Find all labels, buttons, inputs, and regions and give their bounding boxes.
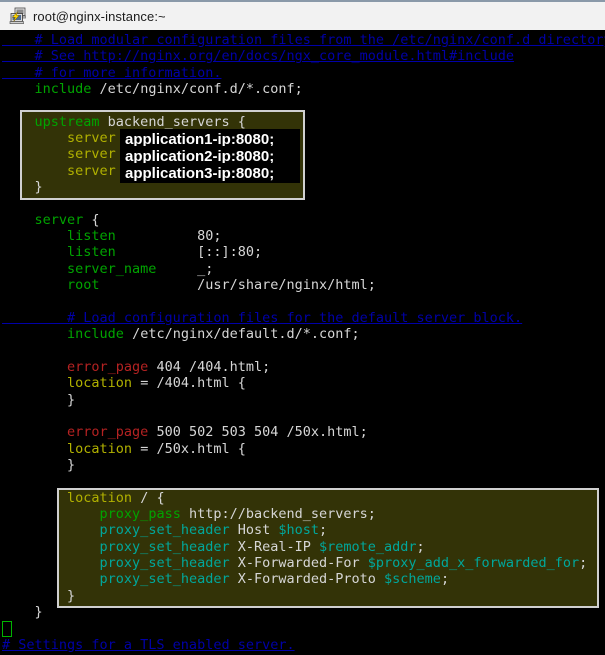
code-line: server: [67, 130, 116, 147]
code-line: error_page 500 502 503 504 /50x.html;: [67, 424, 368, 441]
annotation-text: application3-ip:8080;: [125, 164, 275, 182]
code-line: listen 80;: [67, 228, 222, 245]
code-line: }: [2, 604, 43, 621]
terminal-cursor: [2, 621, 12, 637]
annotation-text: application2-ip:8080;: [125, 147, 275, 165]
window-titlebar[interactable]: root@nginx-instance:~: [0, 0, 605, 30]
code-line: error_page 404 /404.html;: [67, 358, 271, 375]
code-line: # See http://nginx.org/en/docs/ngx_core_…: [2, 48, 515, 65]
code-line: server: [67, 162, 116, 179]
code-line: # for more information.: [2, 64, 222, 81]
window-title: root@nginx-instance:~: [33, 8, 166, 24]
putty-window: root@nginx-instance:~ # Load modular con…: [0, 0, 605, 655]
code-line: server {: [34, 211, 100, 228]
code-line: }: [2, 391, 76, 408]
annotation-text: application1-ip:8080;: [125, 130, 275, 148]
code-line: proxy_set_header X-Forwarded-For $proxy_…: [99, 555, 588, 571]
code-line: upstream backend_servers {: [34, 113, 246, 130]
code-line: # Load configuration files for the defau…: [2, 309, 523, 326]
code-line: proxy_set_header X-Forwarded-Proto $sche…: [99, 571, 450, 588]
code-line: root /usr/share/nginx/html;: [67, 277, 376, 294]
code-lines: # Load modular configuration files from …: [2, 32, 605, 653]
code-line: # Load modular configuration files from …: [2, 32, 605, 48]
terminal-screen[interactable]: # Load modular configuration files from …: [0, 30, 605, 655]
code-line: }: [2, 179, 43, 196]
code-line: listen [::]:80;: [67, 244, 263, 261]
code-line: proxy_set_header Host $host;: [99, 522, 328, 539]
code-line: # Settings for a TLS enabled server.: [2, 636, 295, 653]
code-line: include /etc/nginx/conf.d/*.conf;: [34, 81, 303, 98]
code-line: }: [2, 587, 76, 604]
code-line: location / {: [67, 489, 165, 506]
code-line: server: [67, 146, 116, 163]
code-line: include /etc/nginx/default.d/*.conf;: [67, 326, 360, 343]
code-line: proxy_set_header X-Real-IP $remote_addr;: [99, 538, 425, 555]
server-address-label-3: application3-ip:8080;: [120, 163, 300, 183]
code-line: location = /50x.html {: [67, 440, 246, 457]
code-line: server_name _;: [67, 260, 214, 277]
code-line: location = /404.html {: [67, 375, 246, 392]
code-line: }: [2, 456, 76, 473]
putty-icon[interactable]: [8, 7, 26, 25]
code-line: proxy_pass http://backend_servers;: [99, 505, 376, 522]
